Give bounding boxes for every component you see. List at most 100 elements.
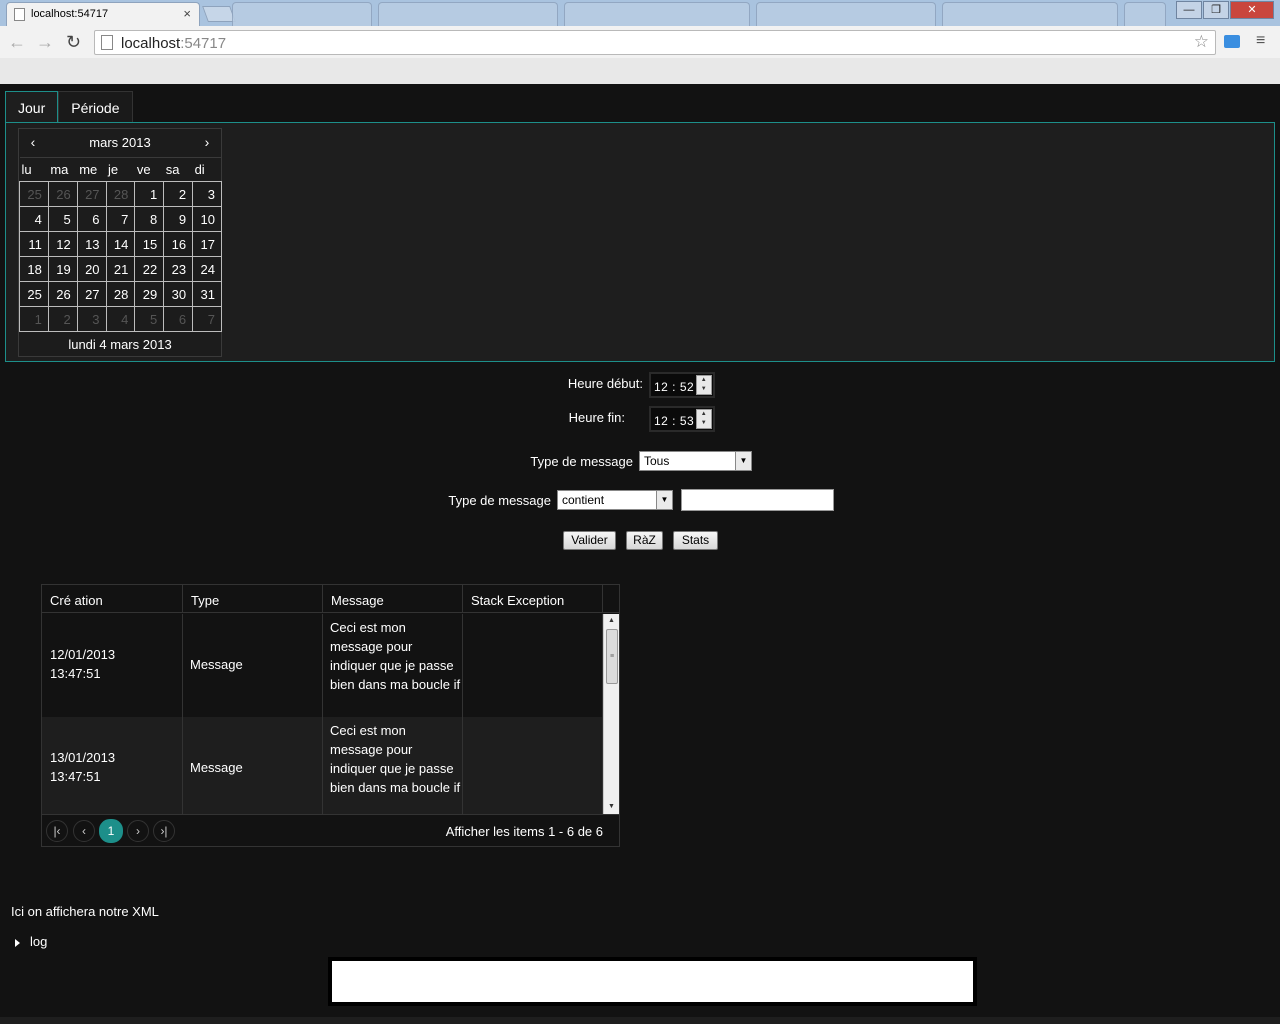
spin-down-icon[interactable]: ▼ [697, 385, 711, 394]
time-spinner[interactable]: ▲ ▼ [696, 409, 712, 429]
calendar-day[interactable]: 22 [134, 256, 165, 282]
calendar-day[interactable]: 15 [134, 231, 165, 257]
browser-tab-active[interactable]: localhost:54717 × [6, 2, 200, 26]
calendar-day[interactable]: 19 [47, 256, 78, 282]
address-bar[interactable]: localhost:54717 ☆ [94, 30, 1216, 55]
chevron-right-icon[interactable]: › [195, 129, 219, 157]
valider-button[interactable]: Valider [563, 531, 616, 550]
table-row[interactable]: 12/01/2013 13:47:51 Message Ceci est mon… [42, 614, 603, 717]
calendar-day[interactable]: 5 [47, 206, 78, 232]
back-icon[interactable]: ← [8, 32, 26, 52]
spin-up-icon[interactable]: ▲ [697, 410, 711, 419]
calendar-day-other-month[interactable]: 27 [76, 181, 107, 207]
tab-jour[interactable]: Jour [5, 91, 59, 123]
heure-debut-picker[interactable]: 12 : 52 ▲ ▼ [649, 372, 715, 398]
calendar-day[interactable]: 23 [163, 256, 194, 282]
next-page-icon[interactable]: › [127, 820, 149, 842]
calendar-day[interactable]: 10 [192, 206, 222, 232]
column-header-creation[interactable]: Cré ation [42, 585, 183, 613]
calendar-day[interactable]: 16 [163, 231, 194, 257]
calendar-day-other-month[interactable]: 4 [105, 306, 136, 332]
calendar-day[interactable]: 3 [192, 181, 222, 207]
chat-extension-icon[interactable] [1224, 35, 1240, 48]
calendar-day[interactable]: 20 [76, 256, 107, 282]
message-search-input[interactable] [681, 489, 834, 511]
minimize-button[interactable]: — [1176, 1, 1202, 19]
match-mode-select[interactable]: contient ▼ [557, 490, 673, 510]
calendar-day-other-month[interactable]: 7 [192, 306, 222, 332]
browser-tab[interactable] [232, 2, 372, 26]
page-number-current[interactable]: 1 [99, 819, 123, 843]
forward-icon[interactable]: → [36, 32, 54, 52]
type-message-select[interactable]: Tous ▼ [639, 451, 752, 471]
calendar-month-label[interactable]: mars 2013 [89, 135, 150, 150]
menu-icon[interactable]: ≡ [1256, 32, 1265, 50]
calendar-day[interactable]: 29 [134, 281, 165, 307]
calendar-day[interactable]: 24 [192, 256, 222, 282]
calendar-day[interactable]: 12 [47, 231, 78, 257]
calendar-day[interactable]: 11 [19, 231, 49, 257]
browser-tab[interactable] [756, 2, 936, 26]
scroll-down-icon[interactable]: ▼ [604, 800, 619, 814]
column-header-type[interactable]: Type [183, 585, 323, 613]
heure-fin-picker[interactable]: 12 : 53 ▲ ▼ [649, 406, 715, 432]
chevron-down-icon[interactable]: ▼ [735, 452, 751, 470]
first-page-icon[interactable]: |‹ [46, 820, 68, 842]
reload-icon[interactable]: ↻ [66, 32, 81, 52]
calendar-day[interactable]: 25 [19, 281, 49, 307]
calendar-day[interactable]: 14 [105, 231, 136, 257]
new-tab-button[interactable] [202, 6, 236, 22]
browser-tab[interactable] [564, 2, 750, 26]
close-window-button[interactable]: ✕ [1230, 1, 1274, 19]
spin-down-icon[interactable]: ▼ [697, 419, 711, 428]
calendar-day[interactable]: 6 [76, 206, 107, 232]
calendar-day[interactable]: 4 [19, 206, 49, 232]
browser-tab[interactable] [378, 2, 558, 26]
calendar-day-other-month[interactable]: 6 [163, 306, 194, 332]
chevron-down-icon[interactable]: ▼ [656, 491, 672, 509]
chevron-left-icon[interactable]: ‹ [21, 129, 45, 157]
calendar-day[interactable]: 30 [163, 281, 194, 307]
browser-tab[interactable] [1124, 2, 1166, 26]
calendar-day-other-month[interactable]: 3 [76, 306, 107, 332]
column-header-message[interactable]: Message [323, 585, 463, 613]
calendar-day-other-month[interactable]: 2 [47, 306, 78, 332]
calendar-day-other-month[interactable]: 1 [19, 306, 49, 332]
column-header-stack[interactable]: Stack Exception [463, 585, 603, 613]
raz-button[interactable]: RàZ [626, 531, 663, 550]
last-page-icon[interactable]: ›| [153, 820, 175, 842]
calendar-day-other-month[interactable]: 28 [105, 181, 136, 207]
calendar-day[interactable]: 31 [192, 281, 222, 307]
calendar-day[interactable]: 28 [105, 281, 136, 307]
prev-page-icon[interactable]: ‹ [73, 820, 95, 842]
calendar-day-other-month[interactable]: 26 [47, 181, 78, 207]
calendar-day[interactable]: 18 [19, 256, 49, 282]
calendar-day[interactable]: 17 [192, 231, 222, 257]
calendar-day[interactable]: 9 [163, 206, 194, 232]
table-row[interactable]: 13/01/2013 13:47:51 Message Ceci est mon… [42, 717, 603, 814]
maximize-button[interactable]: ❐ [1203, 1, 1229, 19]
calendar-day[interactable]: 2 [163, 181, 194, 207]
calendar-day[interactable]: 27 [76, 281, 107, 307]
calendar-day[interactable]: 1 [134, 181, 165, 207]
calendar-day-other-month[interactable]: 5 [134, 306, 165, 332]
time-spinner[interactable]: ▲ ▼ [696, 375, 712, 395]
browser-tab[interactable] [942, 2, 1118, 26]
grid-scrollbar[interactable]: ▲ ≡ ▼ [603, 614, 619, 814]
calendar-day-other-month[interactable]: 25 [19, 181, 49, 207]
scroll-thumb[interactable]: ≡ [606, 629, 618, 684]
calendar-day[interactable]: 7 [105, 206, 136, 232]
expand-triangle-icon[interactable] [15, 938, 20, 947]
calendar-today-link[interactable]: lundi 4 mars 2013 [19, 332, 221, 357]
scroll-up-icon[interactable]: ▲ [604, 614, 619, 628]
calendar-day[interactable]: 8 [134, 206, 165, 232]
spin-up-icon[interactable]: ▲ [697, 376, 711, 385]
xml-tree-node[interactable]: log [15, 934, 47, 949]
close-tab-icon[interactable]: × [183, 6, 191, 21]
bookmark-star-icon[interactable]: ☆ [1194, 32, 1209, 52]
calendar-day[interactable]: 26 [47, 281, 78, 307]
tab-periode[interactable]: Période [58, 91, 133, 123]
calendar-day[interactable]: 13 [76, 231, 107, 257]
stats-button[interactable]: Stats [673, 531, 718, 550]
calendar-day[interactable]: 21 [105, 256, 136, 282]
